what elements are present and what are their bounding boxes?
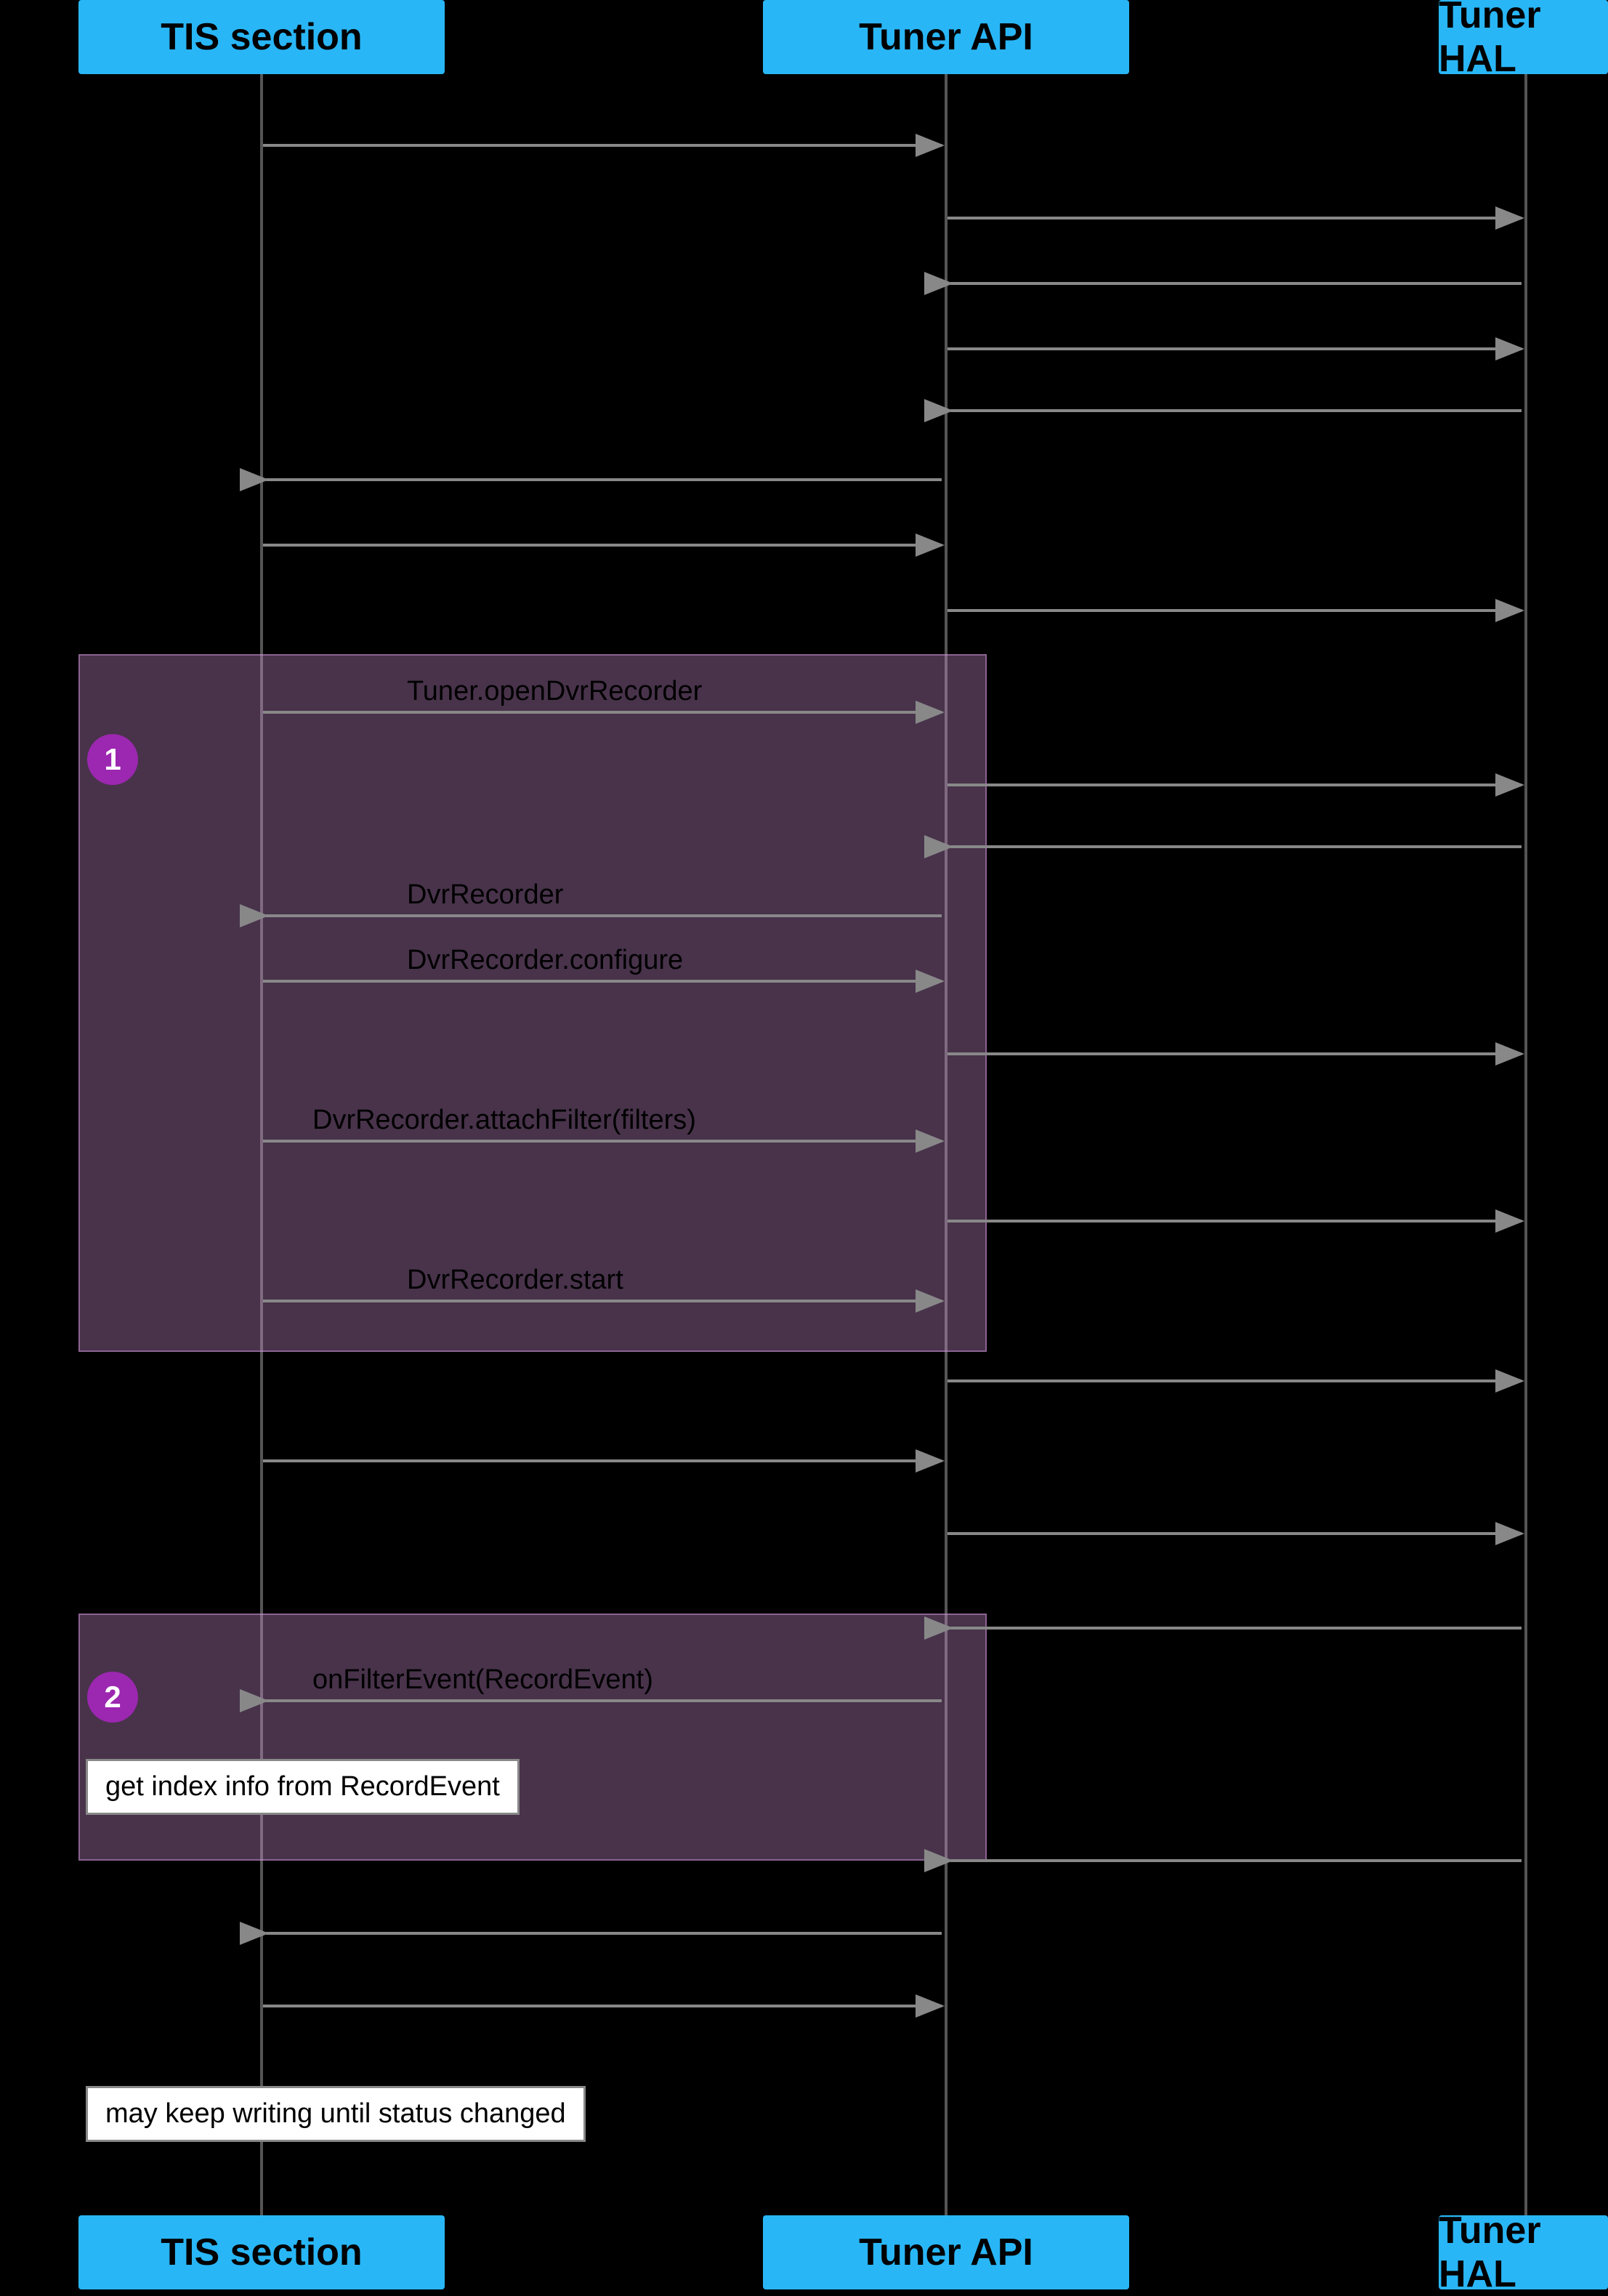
tuner-api-header-top: Tuner API xyxy=(763,0,1129,74)
label-on-filter-event: onFilterEvent(RecordEvent) xyxy=(312,1664,653,1696)
tuner-hal-lifeline xyxy=(1524,74,1527,2215)
tuner-hal-header-bottom: Tuner HAL xyxy=(1439,2215,1608,2289)
label-open-dvr-recorder: Tuner.openDvrRecorder xyxy=(407,676,702,707)
highlight-box-1 xyxy=(78,654,987,1352)
tuner-hal-header-top: Tuner HAL xyxy=(1439,0,1608,74)
note-get-index: get index info from RecordEvent xyxy=(86,1759,520,1815)
label-dvr-start: DvrRecorder.start xyxy=(407,1265,623,1296)
tis-header-bottom: TIS section xyxy=(78,2215,445,2289)
label-dvr-configure: DvrRecorder.configure xyxy=(407,945,683,976)
note-keep-writing: may keep writing until status changed xyxy=(86,2086,586,2142)
step-badge-1: 1 xyxy=(87,734,138,785)
label-dvr-recorder: DvrRecorder xyxy=(407,879,563,911)
tis-header-top: TIS section xyxy=(78,0,445,74)
label-dvr-attach-filter: DvrRecorder.attachFilter(filters) xyxy=(312,1105,696,1136)
highlight-box-2 xyxy=(78,1614,987,1861)
step-badge-2: 2 xyxy=(87,1672,138,1723)
tuner-api-header-bottom: Tuner API xyxy=(763,2215,1129,2289)
